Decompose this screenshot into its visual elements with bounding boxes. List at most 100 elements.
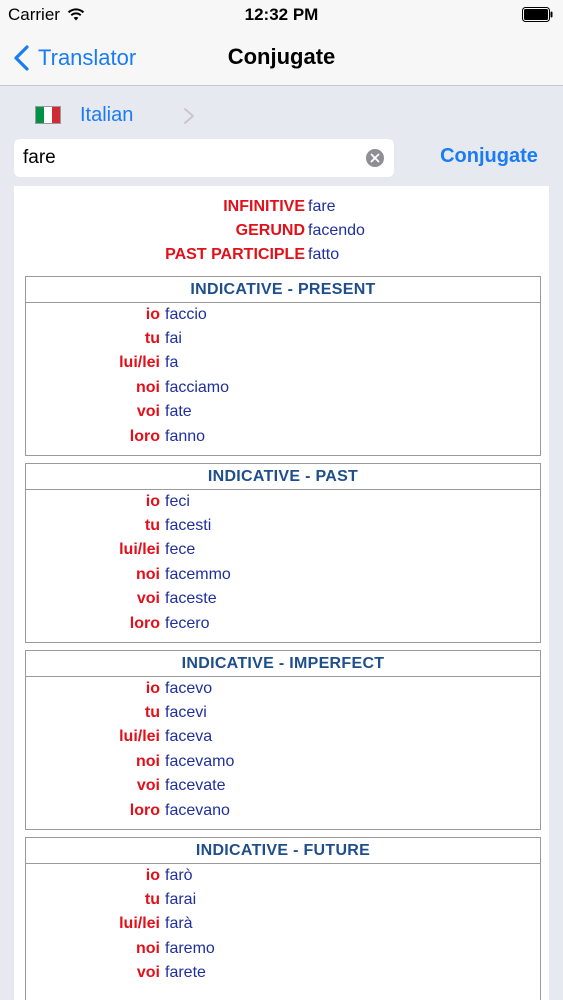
conjugation-row: io faccio — [26, 306, 540, 330]
verb-form: farete — [165, 964, 206, 981]
verb-form: faccio — [165, 306, 207, 323]
section-title: INDICATIVE - IMPERFECT — [26, 651, 540, 677]
verb-form: facevate — [165, 777, 226, 794]
battery-icon — [522, 7, 553, 22]
verb-form: fanno — [165, 428, 206, 445]
status-time: 12:32 PM — [244, 5, 319, 24]
conjugation-row: tu facesti — [26, 517, 540, 541]
section-title: INDICATIVE - PRESENT — [26, 277, 540, 303]
form-value: fatto — [308, 246, 340, 263]
conjugation-row: lui/lei faceva — [26, 728, 540, 752]
verb-form: fate — [165, 403, 192, 420]
language-selector[interactable]: Italian — [0, 88, 563, 138]
section-indicative-present: INDICATIVE - PRESENT io faccio tu fai lui/… — [25, 276, 541, 456]
form-value: fare — [308, 198, 336, 215]
verb-form: fa — [165, 354, 179, 371]
conjugation-row: loro fanno — [26, 428, 540, 452]
conjugation-row: tu fai — [26, 330, 540, 354]
pronoun: lui/lei — [119, 354, 160, 371]
conjugation-row: tu facevi — [26, 704, 540, 728]
pronoun: tu — [144, 330, 160, 347]
form-label: INFINITIVE — [223, 198, 305, 215]
pronoun: loro — [129, 428, 160, 445]
conjugation-row: lui/lei fa — [26, 354, 540, 378]
verb-form: farai — [165, 891, 197, 908]
pronoun: io — [145, 867, 160, 884]
verb-form: facevi — [165, 704, 207, 721]
conjugation-row: io feci — [26, 493, 540, 517]
pronoun: tu — [144, 517, 160, 534]
conjugation-row: noi faremo — [26, 940, 540, 964]
verb-form: farà — [165, 915, 193, 932]
verb-form: fece — [165, 541, 196, 558]
pronoun: lui/lei — [119, 915, 160, 932]
conjugation-row: noi facemmo — [26, 566, 540, 590]
verb-form: faremo — [165, 940, 215, 957]
verb-form: feci — [165, 493, 190, 510]
conjugation-row: lui/lei farà — [26, 915, 540, 939]
form-value: facendo — [308, 222, 365, 239]
conjugation-row: voi fate — [26, 403, 540, 427]
pronoun: tu — [144, 704, 160, 721]
verb-form: facemmo — [165, 566, 231, 583]
conjugation-row: voi farete — [26, 964, 540, 988]
conjugation-row: noi facevamo — [26, 753, 540, 777]
verb-form: faceste — [165, 590, 217, 607]
clear-icon[interactable] — [365, 148, 385, 168]
page-title: Conjugate — [227, 44, 336, 69]
pronoun: io — [145, 680, 160, 697]
conjugation-row: voi facevate — [26, 777, 540, 801]
verb-form: fecero — [165, 615, 210, 632]
conjugation-row: loro facevano — [26, 802, 540, 826]
form-label: GERUND — [235, 222, 305, 239]
search-value: fare — [23, 147, 56, 168]
form-label: PAST PARTICIPLE — [165, 246, 305, 263]
form-row-past-participle: PAST PARTICIPLE fatto — [14, 246, 549, 270]
conjugation-row: lui/lei fece — [26, 541, 540, 565]
italy-flag-icon — [35, 106, 61, 124]
language-name: Italian — [80, 104, 134, 126]
navigation-bar: Translator Conjugate — [0, 30, 563, 86]
section-title: INDICATIVE - PAST — [26, 464, 540, 490]
verb-form: facesti — [165, 517, 212, 534]
section-indicative-imperfect: INDICATIVE - IMPERFECT io facevo tu facevi… — [25, 650, 541, 830]
pronoun: loro — [129, 615, 160, 632]
conjugate-button[interactable]: Conjugate — [430, 145, 548, 173]
verb-form: facevo — [165, 680, 213, 697]
status-bar: Carrier 12:32 PM — [0, 0, 563, 30]
verb-form: fai — [165, 330, 182, 347]
conjugation-table[interactable]: INFINITIVE fare GERUND facendo PAST PART… — [14, 186, 549, 1000]
pronoun: noi — [136, 379, 160, 396]
pronoun: loro — [129, 802, 160, 819]
pronoun: lui/lei — [119, 728, 160, 745]
pronoun: voi — [136, 964, 160, 981]
conjugation-row: loro fecero — [26, 615, 540, 639]
pronoun: voi — [136, 590, 160, 607]
conjugation-row: voi faceste — [26, 590, 540, 614]
conjugation-row: io farò — [26, 867, 540, 891]
verb-form: farò — [165, 867, 193, 884]
form-row-gerund: GERUND facendo — [14, 222, 549, 246]
pronoun: voi — [136, 777, 160, 794]
section-indicative-future: INDICATIVE - FUTURE io farò tu farai lui/l… — [25, 837, 541, 1000]
conjugation-row: noi facciamo — [26, 379, 540, 403]
pronoun: lui/lei — [119, 541, 160, 558]
chevron-right-icon — [184, 108, 194, 124]
verb-forms: INFINITIVE fare GERUND facendo PAST PART… — [14, 186, 549, 272]
verb-form: facevano — [165, 802, 230, 819]
pronoun: io — [145, 306, 160, 323]
conjugation-row: io facevo — [26, 680, 540, 704]
verb-form: facevamo — [165, 753, 235, 770]
verb-search-input[interactable]: fare — [14, 139, 394, 177]
pronoun: noi — [136, 566, 160, 583]
pronoun: voi — [136, 403, 160, 420]
pronoun: noi — [136, 753, 160, 770]
verb-form: facciamo — [165, 379, 230, 396]
pronoun: tu — [144, 891, 160, 908]
verb-form: faceva — [165, 728, 213, 745]
section-indicative-past: INDICATIVE - PAST io feci tu facesti lui/l… — [25, 463, 541, 643]
conjugation-row: tu farai — [26, 891, 540, 915]
section-title: INDICATIVE - FUTURE — [26, 838, 540, 864]
pronoun: io — [145, 493, 160, 510]
form-row-infinitive: INFINITIVE fare — [14, 198, 549, 222]
